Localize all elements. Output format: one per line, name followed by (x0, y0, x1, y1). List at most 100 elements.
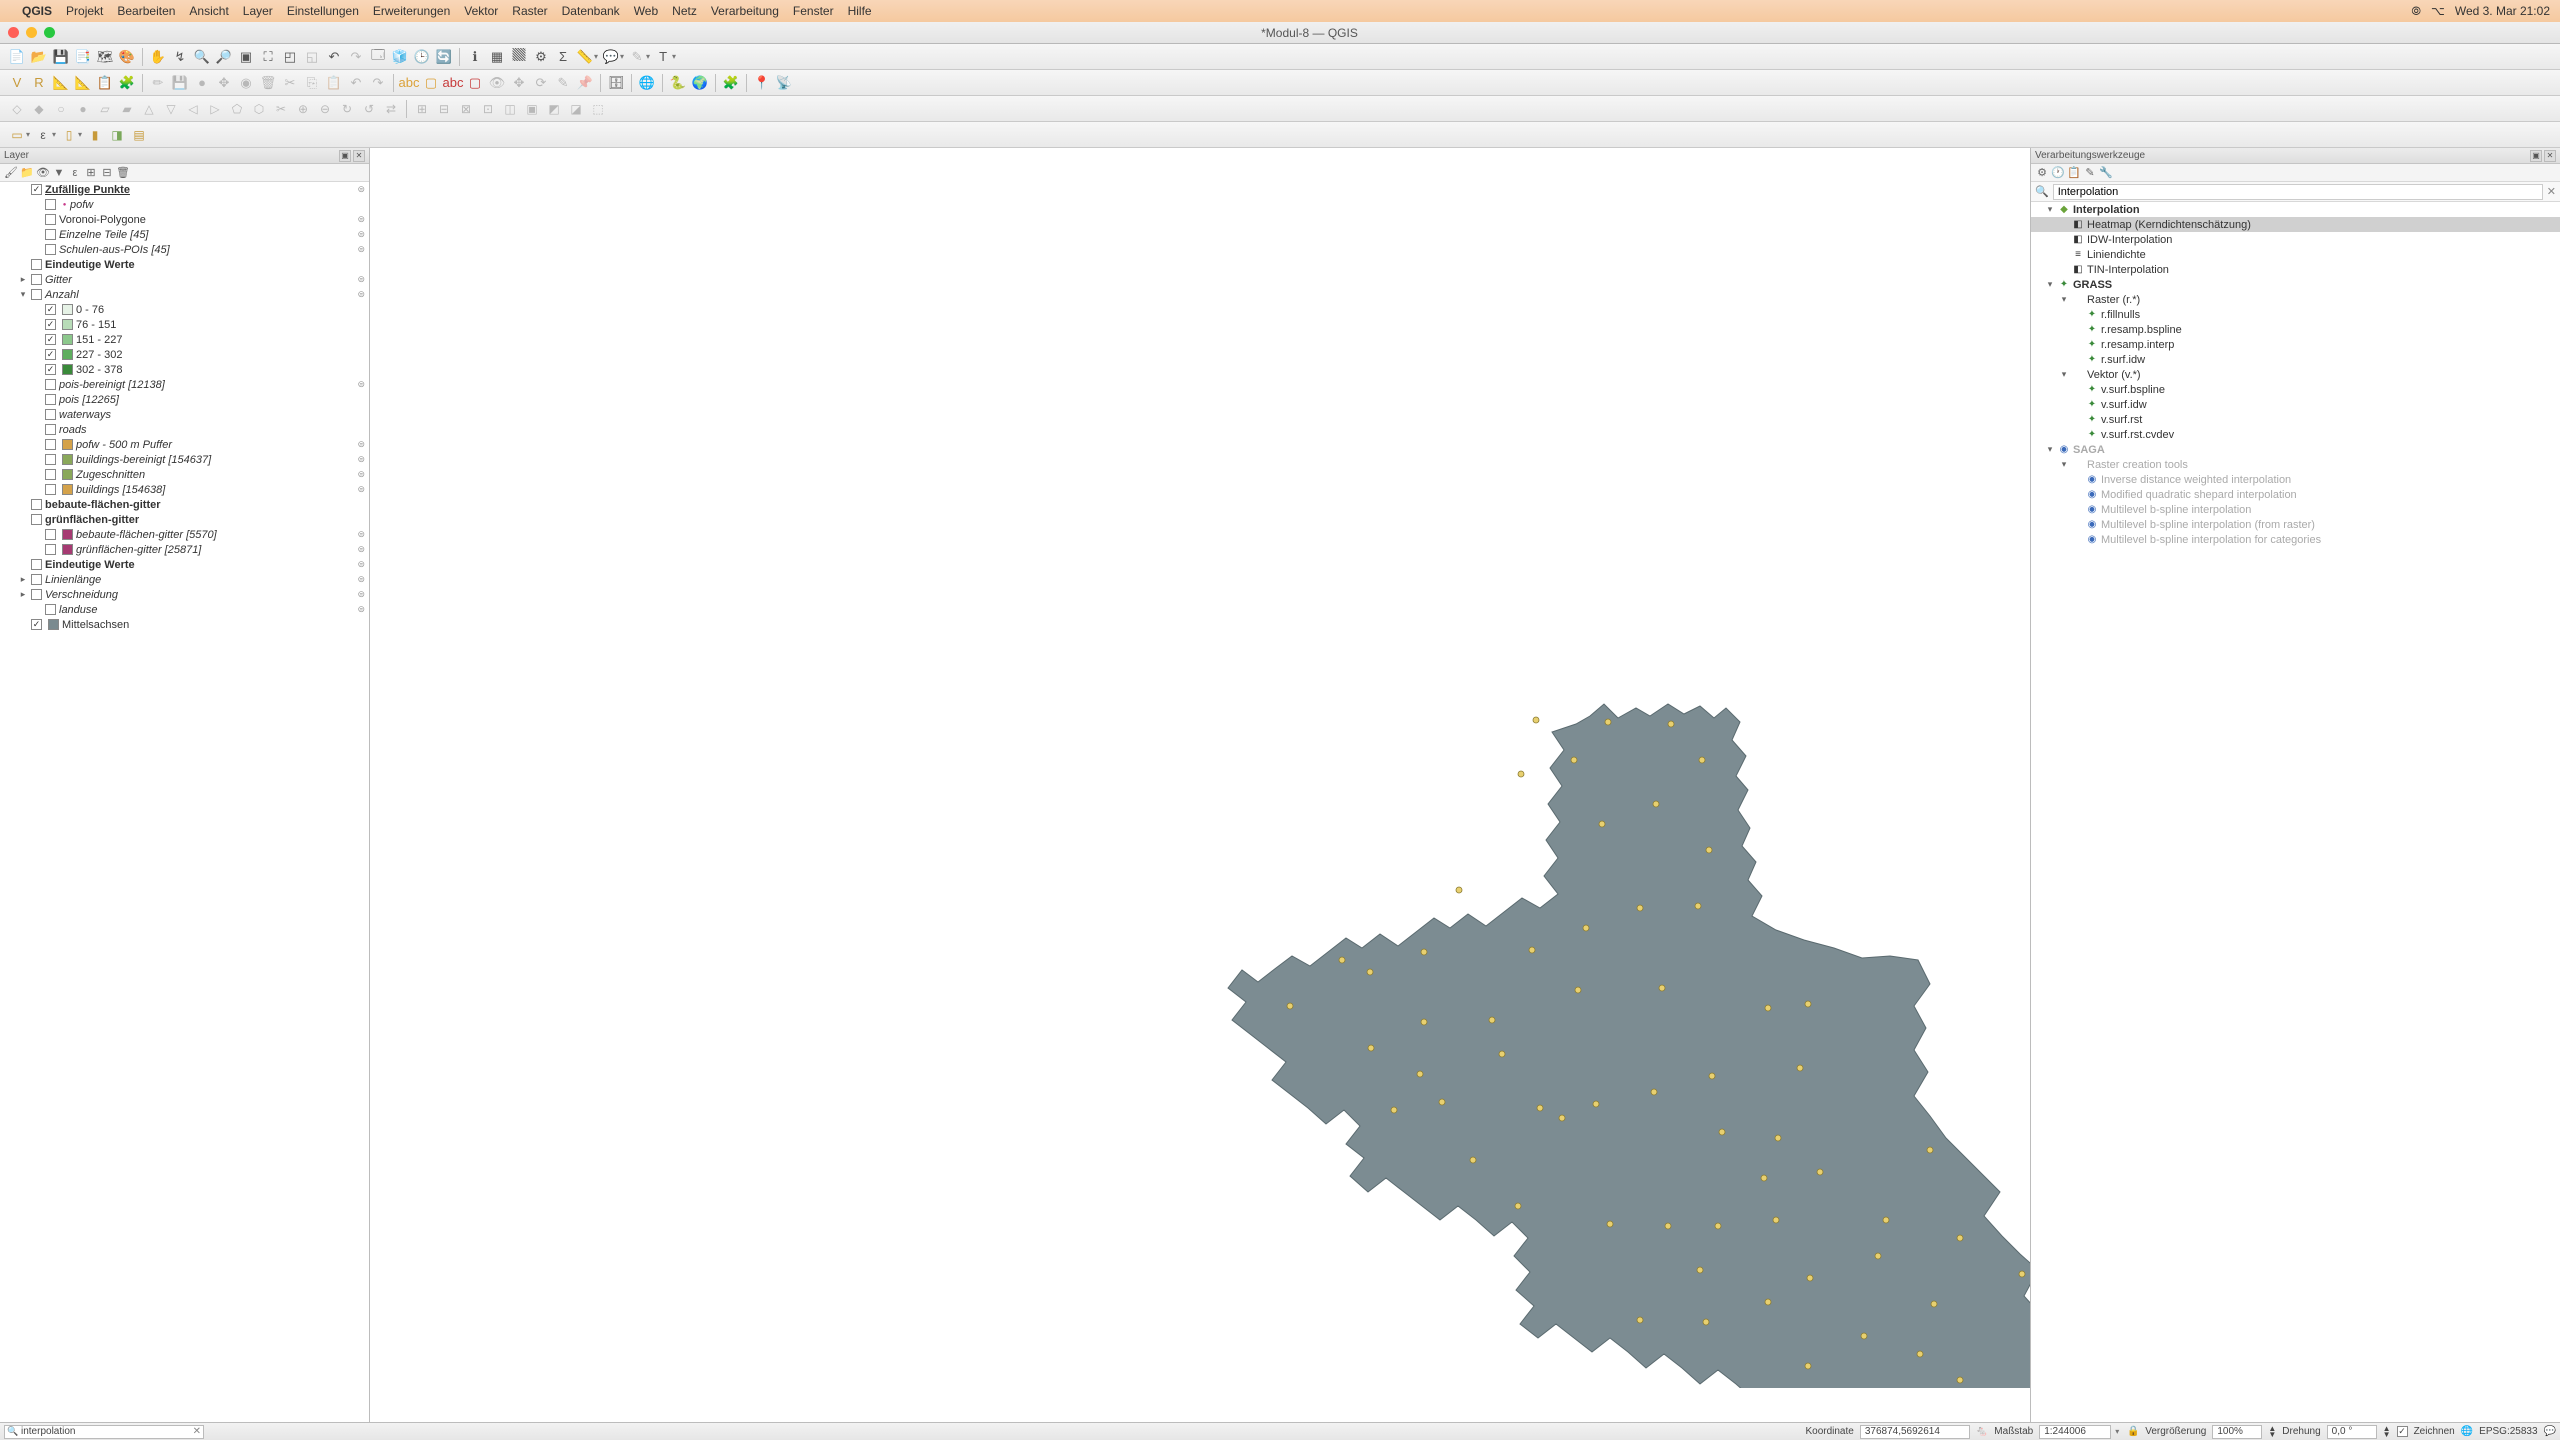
select-by-expr-button[interactable]: ε (33, 125, 53, 145)
layer-row[interactable]: ●pofw (0, 197, 369, 212)
gps-button[interactable]: 📡 (774, 73, 794, 93)
snap-3[interactable]: ⊠ (456, 99, 476, 119)
processing-row[interactable]: ◉Multilevel b-spline interpolation (2031, 502, 2560, 517)
menu-web[interactable]: Web (634, 4, 658, 18)
zoom-to-selection-button[interactable]: ◰ (280, 47, 300, 67)
label-button[interactable]: abc (399, 73, 419, 93)
invert-sel-button[interactable]: ◨ (107, 125, 127, 145)
dig-6[interactable]: ▰ (117, 99, 137, 119)
crs-icon[interactable]: 🌐 (2461, 1426, 2473, 1437)
pan-button[interactable]: ✋ (148, 47, 168, 67)
remove-layer-button[interactable]: 🗑 (116, 166, 130, 180)
magnifier-field[interactable]: 100% (2212, 1425, 2262, 1439)
extents-icon[interactable]: 🐁 (1976, 1426, 1988, 1437)
new-virtual-layer-button[interactable]: 🧩 (117, 73, 137, 93)
undock-panel-button[interactable]: ▣ (339, 150, 351, 162)
processing-row[interactable]: ✦v.surf.idw (2031, 397, 2560, 412)
menu-fenster[interactable]: Fenster (793, 4, 834, 18)
snap-1[interactable]: ⊞ (412, 99, 432, 119)
dig-11[interactable]: ⬠ (227, 99, 247, 119)
dig-18[interactable]: ⇄ (381, 99, 401, 119)
cut-features-button[interactable]: ✂ (280, 73, 300, 93)
coord-field[interactable]: 376874,5692614 (1860, 1425, 1970, 1439)
add-raster-button[interactable]: R (29, 73, 49, 93)
crs-label[interactable]: EPSG:25833 (2479, 1426, 2537, 1437)
paste-features-button[interactable]: 📋 (324, 73, 344, 93)
layer-row[interactable]: landuse⊜ (0, 602, 369, 617)
select-button[interactable]: ▭ (7, 125, 27, 145)
layer-row[interactable]: ✓Mittelsachsen (0, 617, 369, 632)
diagram-layer-button[interactable]: ▢ (465, 73, 485, 93)
undo-button[interactable]: ↶ (346, 73, 366, 93)
layer-row[interactable]: ▾Anzahl⊜ (0, 287, 369, 302)
dig-3[interactable]: ○ (51, 99, 71, 119)
map-tips-button[interactable]: 💬 (601, 47, 621, 67)
layer-row[interactable]: ✓302 - 378 (0, 362, 369, 377)
show-labels-button[interactable]: 👁 (487, 73, 507, 93)
zoom-out-button[interactable]: 🔎 (214, 47, 234, 67)
annotation-button[interactable]: ✎ (627, 47, 647, 67)
menu-erweiterungen[interactable]: Erweiterungen (373, 4, 450, 18)
close-window-button[interactable] (8, 27, 19, 38)
processing-row[interactable]: ✦v.surf.bspline (2031, 382, 2560, 397)
dig-5[interactable]: ▱ (95, 99, 115, 119)
snap-4[interactable]: ⊡ (478, 99, 498, 119)
layer-row[interactable]: ✓0 - 76 (0, 302, 369, 317)
move-label-button[interactable]: ✥ (509, 73, 529, 93)
clear-search-button[interactable]: ✕ (2547, 185, 2556, 198)
undock-processing-button[interactable]: ▣ (2530, 150, 2542, 162)
results-button[interactable]: 📋 (2067, 166, 2081, 180)
layer-row[interactable]: bebaute-flächen-gitter [5570]⊜ (0, 527, 369, 542)
processing-row[interactable]: ✦v.surf.rst.cvdev (2031, 427, 2560, 442)
text-annotation-button[interactable]: T (653, 47, 673, 67)
db-manager-button[interactable]: 🗄 (606, 73, 626, 93)
menu-projekt[interactable]: Projekt (66, 4, 103, 18)
menu-einstellungen[interactable]: Einstellungen (287, 4, 359, 18)
zoom-next-button[interactable]: ↷ (346, 47, 366, 67)
python-console-button[interactable]: 🐍 (668, 73, 688, 93)
processing-search-input[interactable] (2053, 184, 2543, 200)
expression-filter-button[interactable]: ε (68, 166, 82, 180)
close-panel-button[interactable]: ✕ (353, 150, 365, 162)
layer-row[interactable]: ✓Zufällige Punkte⊜ (0, 182, 369, 197)
layer-row[interactable]: ▸Verschneidung⊜ (0, 587, 369, 602)
options-button[interactable]: 🔧 (2099, 166, 2113, 180)
scale-lock-icon[interactable]: 🔒 (2127, 1426, 2139, 1437)
style-button[interactable]: 🖌 (4, 166, 18, 180)
layer-row[interactable]: ✓76 - 151 (0, 317, 369, 332)
model-designer-button[interactable]: ⚙ (2035, 166, 2049, 180)
processing-row[interactable]: ◧TIN-Interpolation (2031, 262, 2560, 277)
change-label-button[interactable]: ✎ (553, 73, 573, 93)
processing-row[interactable]: ≡Liniendichte (2031, 247, 2560, 262)
zoom-in-button[interactable]: 🔍 (192, 47, 212, 67)
identify-button[interactable]: ℹ (465, 47, 485, 67)
move-feature-button[interactable]: ✥ (214, 73, 234, 93)
processing-row[interactable]: ◧Heatmap (Kerndichtenschätzung) (2031, 217, 2560, 232)
layer-row[interactable]: Eindeutige Werte⊜ (0, 557, 369, 572)
statistics-button[interactable]: Σ (553, 47, 573, 67)
layer-row[interactable]: Schulen-aus-POIs [45]⊜ (0, 242, 369, 257)
processing-row[interactable]: ◉Multilevel b-spline interpolation (from… (2031, 517, 2560, 532)
processing-row[interactable]: ▾Raster creation tools (2031, 457, 2560, 472)
filter-legend-button[interactable]: ▼ (52, 166, 66, 180)
app-name[interactable]: QGIS (22, 4, 52, 18)
scale-dropdown[interactable]: ▾ (2115, 1427, 2119, 1436)
snap-8[interactable]: ◪ (566, 99, 586, 119)
processing-row[interactable]: ▾Raster (r.*) (2031, 292, 2560, 307)
add-feature-button[interactable]: ● (192, 73, 212, 93)
manage-visibility-button[interactable]: 👁 (36, 166, 50, 180)
web-button[interactable]: 🌍 (690, 73, 710, 93)
layer-row[interactable]: grünflächen-gitter [25871]⊜ (0, 542, 369, 557)
dig-12[interactable]: ⬡ (249, 99, 269, 119)
add-group-button[interactable]: 📁 (20, 166, 34, 180)
layer-row[interactable]: pofw - 500 m Puffer⊜ (0, 437, 369, 452)
scale-field[interactable]: 1:244006 (2039, 1425, 2111, 1439)
label-layer-button[interactable]: ▢ (421, 73, 441, 93)
processing-row[interactable]: ✦r.resamp.interp (2031, 337, 2560, 352)
menu-ansicht[interactable]: Ansicht (189, 4, 228, 18)
close-processing-button[interactable]: ✕ (2544, 150, 2556, 162)
zoom-full-button[interactable]: ⛶ (258, 47, 278, 67)
layer-row[interactable]: ✓227 - 302 (0, 347, 369, 362)
processing-row[interactable]: ✦r.surf.idw (2031, 352, 2560, 367)
locator-input[interactable]: interpolation ✕ (4, 1425, 204, 1439)
